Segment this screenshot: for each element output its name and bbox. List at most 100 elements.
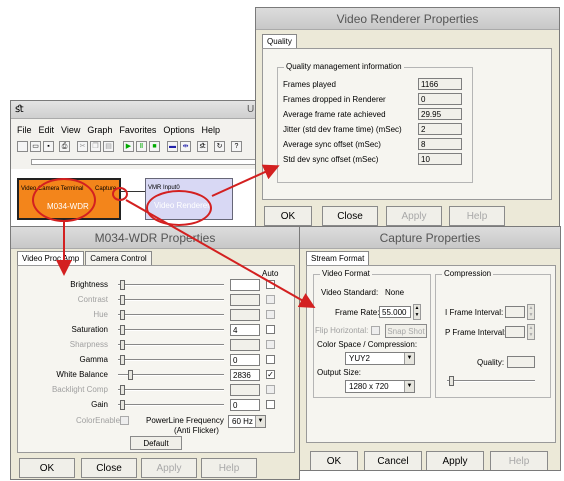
- gain-auto-checkbox[interactable]: [266, 400, 275, 409]
- menu-edit[interactable]: Edit: [39, 125, 55, 135]
- open-icon[interactable]: ▭: [30, 141, 41, 152]
- menu-view[interactable]: View: [61, 125, 80, 135]
- camera-titlebar: M034-WDR Properties: [11, 227, 299, 249]
- stop-icon[interactable]: ■: [149, 141, 160, 152]
- color-space-value: YUY2: [349, 354, 370, 363]
- output-size-value: 1280 x 720: [349, 382, 389, 391]
- renderer-properties-window: Video Renderer Properties Quality Qualit…: [255, 7, 560, 232]
- menu-graph[interactable]: Graph: [87, 125, 112, 135]
- brightness-auto-checkbox[interactable]: [266, 280, 275, 289]
- color-enable-label: ColorEnable: [76, 416, 121, 425]
- pframe-interval-input: [505, 326, 525, 338]
- tab-video-proc-amp[interactable]: Video Proc Amp: [17, 251, 85, 265]
- help-button[interactable]: Help: [490, 451, 548, 470]
- renderer-titlebar: Video Renderer Properties: [256, 8, 559, 30]
- paste-icon[interactable]: ▤: [103, 141, 114, 152]
- menu-help[interactable]: Help: [201, 125, 220, 135]
- frames-dropped-label: Frames dropped in Renderer: [283, 95, 386, 104]
- white-balance-auto-checkbox[interactable]: ✓: [266, 370, 275, 379]
- menu-favorites[interactable]: Favorites: [119, 125, 156, 135]
- video-standard-label: Video Standard:: [321, 288, 379, 297]
- iframe-interval-label: I Frame Interval:: [445, 308, 504, 317]
- window-title-fragment: U: [247, 104, 255, 115]
- apply-button[interactable]: Apply: [141, 458, 197, 478]
- gamma-auto-checkbox[interactable]: [266, 355, 275, 364]
- cancel-button[interactable]: Cancel: [364, 451, 422, 470]
- snap-shot-button[interactable]: Snap Shot: [385, 324, 427, 338]
- insert-filter-icon[interactable]: ▬: [167, 141, 178, 152]
- capture-properties-window: Capture Properties Stream Format Video F…: [299, 226, 561, 471]
- contrast-slider: [118, 295, 224, 305]
- help-button[interactable]: Help: [449, 206, 505, 226]
- output-size-select[interactable]: 1280 x 720 ▼: [345, 380, 415, 393]
- copy-icon[interactable]: ❐: [90, 141, 101, 152]
- backlight-comp-label: Backlight Comp: [51, 385, 108, 394]
- saturation-auto-checkbox[interactable]: [266, 325, 275, 334]
- close-button[interactable]: Close: [81, 458, 137, 478]
- help-button[interactable]: Help: [201, 458, 257, 478]
- contrast-label: Contrast: [77, 295, 108, 304]
- jitter-label: Jitter (std dev frame time) (mSec): [283, 125, 402, 134]
- chevron-down-icon: ▼: [404, 353, 414, 364]
- save-icon[interactable]: ▪: [43, 141, 54, 152]
- std-sync-offset-value: 10: [418, 153, 462, 165]
- gamma-value[interactable]: 0: [230, 354, 260, 366]
- pause-icon[interactable]: Ⅱ: [136, 141, 147, 152]
- iframe-interval-input: [505, 306, 525, 318]
- menu-file[interactable]: File: [17, 125, 32, 135]
- video-format-group-label: Video Format: [320, 269, 372, 278]
- seek-bar[interactable]: [31, 159, 256, 165]
- chevron-down-icon: ▼: [255, 416, 265, 427]
- apply-button[interactable]: Apply: [386, 206, 442, 226]
- ok-button[interactable]: OK: [19, 458, 75, 478]
- brightness-value[interactable]: [230, 279, 260, 291]
- avg-sync-offset-value: 8: [418, 138, 462, 150]
- gain-slider[interactable]: [118, 400, 224, 410]
- powerline-sub-label: (Anti Flicker): [174, 426, 219, 435]
- quality-group-label: Quality management information: [284, 62, 404, 71]
- new-icon[interactable]: [17, 141, 28, 152]
- powerline-select[interactable]: 60 Hz ▼: [228, 415, 266, 428]
- frame-rate-spinner[interactable]: ▲ ▼: [413, 304, 421, 320]
- menu-options[interactable]: Options: [163, 125, 194, 135]
- ok-button[interactable]: OK: [264, 206, 312, 226]
- pframe-interval-spinner: ▲ ▼: [527, 324, 535, 340]
- menubar: File Edit View Graph Favorites Options H…: [17, 125, 227, 135]
- white-balance-slider[interactable]: [118, 370, 224, 380]
- color-space-select[interactable]: YUY2 ▼: [345, 352, 415, 365]
- quality-label: Quality:: [477, 358, 505, 367]
- flip-horizontal-checkbox: [371, 326, 380, 335]
- refresh-icon[interactable]: ↻: [214, 141, 225, 152]
- quality-panel: Quality management information Frames pl…: [262, 48, 552, 200]
- hue-value: [230, 309, 260, 321]
- contrast-value: [230, 294, 260, 306]
- apply-button[interactable]: Apply: [426, 451, 484, 470]
- flip-horizontal-label: Flip Horizontal:: [315, 326, 369, 335]
- print-icon[interactable]: ⎙: [59, 141, 70, 152]
- filter-graph-icon[interactable]: ﬆ: [197, 141, 208, 152]
- quality-slider: [447, 376, 535, 386]
- gamma-slider[interactable]: [118, 355, 224, 365]
- default-button[interactable]: Default: [130, 436, 182, 450]
- powerline-value: 60 Hz: [232, 417, 253, 426]
- connect-icon[interactable]: ⇹: [180, 141, 191, 152]
- ok-button[interactable]: OK: [310, 451, 358, 470]
- auto-header: Auto: [262, 269, 279, 278]
- close-button[interactable]: Close: [322, 206, 378, 226]
- saturation-value[interactable]: 4: [230, 324, 260, 336]
- frame-rate-input[interactable]: 55.000: [379, 306, 411, 318]
- saturation-slider[interactable]: [118, 325, 224, 335]
- help-icon[interactable]: ?: [231, 141, 242, 152]
- cut-icon[interactable]: ✂: [77, 141, 88, 152]
- avg-frame-rate-label: Average frame rate achieved: [283, 110, 386, 119]
- tab-camera-control[interactable]: Camera Control: [85, 251, 152, 265]
- tab-quality[interactable]: Quality: [262, 34, 297, 48]
- compression-group-label: Compression: [442, 269, 494, 278]
- brightness-slider[interactable]: [118, 280, 224, 290]
- white-balance-value[interactable]: 2836: [230, 369, 260, 381]
- gain-value[interactable]: 0: [230, 399, 260, 411]
- highlight-camera-filter: [32, 178, 96, 222]
- frames-played-label: Frames played: [283, 80, 336, 89]
- play-icon[interactable]: ▶: [123, 141, 134, 152]
- tab-stream-format[interactable]: Stream Format: [306, 251, 370, 265]
